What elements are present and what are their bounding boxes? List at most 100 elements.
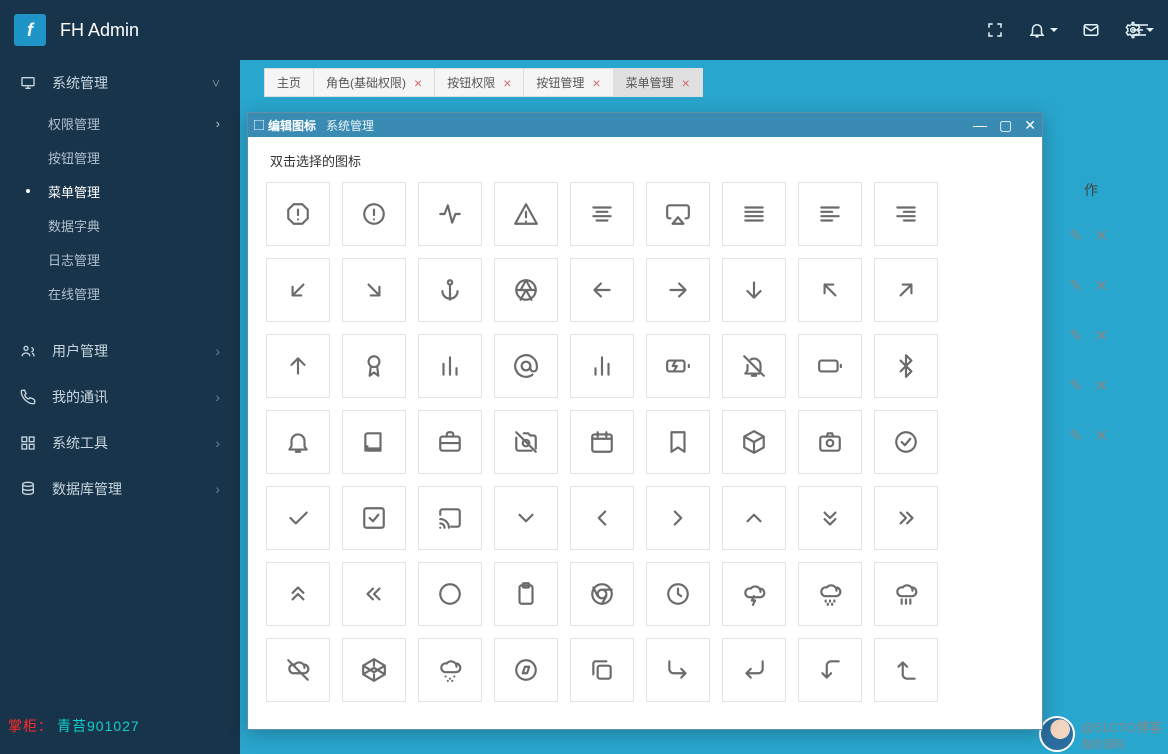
sidebar-sub-permissions[interactable]: 权限管理› — [0, 106, 240, 140]
tab-menumgmt[interactable]: 菜单管理× — [613, 68, 703, 97]
chevron-left-icon[interactable] — [570, 486, 634, 550]
edit-icon[interactable]: ✎ — [1069, 226, 1082, 246]
sidebar-sub-log[interactable]: 日志管理 — [0, 242, 240, 276]
tab-btnperm[interactable]: 按钮权限× — [434, 68, 524, 97]
chevrons-down-icon[interactable] — [798, 486, 862, 550]
arrow-left-icon[interactable] — [570, 258, 634, 322]
dialog-titlebar[interactable]: 编辑图标 系统管理 — ▢ ✕ — [248, 113, 1042, 137]
codepen-icon[interactable] — [342, 638, 406, 702]
sidebar-item-comms[interactable]: 我的通讯 › — [0, 374, 240, 420]
activity-icon[interactable] — [418, 182, 482, 246]
align-justify-icon[interactable] — [722, 182, 786, 246]
align-center-icon[interactable] — [570, 182, 634, 246]
check-circle-icon[interactable] — [874, 410, 938, 474]
sidebar-item-users[interactable]: 用户管理 › — [0, 328, 240, 374]
battery-icon[interactable] — [798, 334, 862, 398]
settings-icon[interactable] — [1124, 21, 1154, 39]
tab-btnmgmt[interactable]: 按钮管理× — [523, 68, 613, 97]
close-icon[interactable]: ✕ — [1095, 226, 1108, 246]
chevrons-left-icon[interactable] — [342, 562, 406, 626]
arrow-up-right-icon[interactable] — [874, 258, 938, 322]
close-icon[interactable]: × — [682, 76, 690, 90]
tab-roles[interactable]: 角色(基础权限)× — [313, 68, 435, 97]
bell-icon[interactable] — [266, 410, 330, 474]
circle-icon[interactable] — [418, 562, 482, 626]
sidebar-sub-menu[interactable]: 菜单管理 — [0, 174, 240, 208]
align-right-icon[interactable] — [874, 182, 938, 246]
check-square-icon[interactable] — [342, 486, 406, 550]
corner-left-down-icon[interactable] — [798, 638, 862, 702]
camera-off-icon[interactable] — [494, 410, 558, 474]
camera-icon[interactable] — [798, 410, 862, 474]
arrow-up-icon[interactable] — [266, 334, 330, 398]
sidebar-item-db[interactable]: 数据库管理 › — [0, 466, 240, 512]
bar-chart-icon[interactable] — [418, 334, 482, 398]
arrow-right-icon[interactable] — [646, 258, 710, 322]
sidebar-item-system[interactable]: 系统管理 ˅ — [0, 60, 240, 106]
edit-icon[interactable]: ✎ — [1069, 426, 1082, 446]
icon-grid[interactable] — [248, 178, 1042, 718]
edit-icon[interactable]: ✎ — [1069, 276, 1082, 296]
cast-icon[interactable] — [418, 486, 482, 550]
bar-chart-2-icon[interactable] — [570, 334, 634, 398]
cloud-rain-icon[interactable] — [874, 562, 938, 626]
alert-triangle-icon[interactable] — [494, 182, 558, 246]
arrow-down-right-icon[interactable] — [342, 258, 406, 322]
chevron-right-icon[interactable] — [646, 486, 710, 550]
sidebar-sub-online[interactable]: 在线管理 — [0, 276, 240, 310]
award-icon[interactable] — [342, 334, 406, 398]
bookmark-icon[interactable] — [646, 410, 710, 474]
book-icon[interactable] — [342, 410, 406, 474]
close-icon[interactable]: × — [503, 76, 511, 90]
close-icon[interactable]: ✕ — [1095, 376, 1108, 396]
cloud-off-icon[interactable] — [266, 638, 330, 702]
at-sign-icon[interactable] — [494, 334, 558, 398]
cloud-snow-icon[interactable] — [418, 638, 482, 702]
clipboard-icon[interactable] — [494, 562, 558, 626]
sidebar-sub-buttons[interactable]: 按钮管理 — [0, 140, 240, 174]
arrow-down-icon[interactable] — [722, 258, 786, 322]
chevron-up-icon[interactable] — [722, 486, 786, 550]
calendar-icon[interactable] — [570, 410, 634, 474]
chevrons-up-icon[interactable] — [266, 562, 330, 626]
chevrons-right-icon[interactable] — [874, 486, 938, 550]
close-icon[interactable]: ✕ — [1024, 118, 1036, 132]
alert-octagon-icon[interactable] — [266, 182, 330, 246]
tab-home[interactable]: 主页 — [264, 68, 314, 97]
airplay-icon[interactable] — [646, 182, 710, 246]
box-icon[interactable] — [722, 410, 786, 474]
minimize-icon[interactable]: — — [973, 118, 987, 132]
clock-icon[interactable] — [646, 562, 710, 626]
briefcase-icon[interactable] — [418, 410, 482, 474]
corner-down-right-icon[interactable] — [646, 638, 710, 702]
arrow-down-left-icon[interactable] — [266, 258, 330, 322]
arrow-up-left-icon[interactable] — [798, 258, 862, 322]
cloud-lightning-icon[interactable] — [722, 562, 786, 626]
close-icon[interactable]: ✕ — [1095, 276, 1108, 296]
edit-icon[interactable]: ✎ — [1069, 376, 1082, 396]
align-left-icon[interactable] — [798, 182, 862, 246]
anchor-icon[interactable] — [418, 258, 482, 322]
compass-icon[interactable] — [494, 638, 558, 702]
bell-off-icon[interactable] — [722, 334, 786, 398]
chrome-icon[interactable] — [570, 562, 634, 626]
close-icon[interactable]: × — [592, 76, 600, 90]
mail-icon[interactable] — [1082, 21, 1100, 39]
check-icon[interactable] — [266, 486, 330, 550]
corner-left-up-icon[interactable] — [874, 638, 938, 702]
sidebar-item-tools[interactable]: 系统工具 › — [0, 420, 240, 466]
chevron-down-icon[interactable] — [494, 486, 558, 550]
close-icon[interactable]: ✕ — [1095, 426, 1108, 446]
sidebar-sub-dict[interactable]: 数据字典 — [0, 208, 240, 242]
battery-charging-icon[interactable] — [646, 334, 710, 398]
notifications-icon[interactable] — [1028, 21, 1058, 39]
bluetooth-icon[interactable] — [874, 334, 938, 398]
alert-circle-icon[interactable] — [342, 182, 406, 246]
close-icon[interactable]: ✕ — [1095, 326, 1108, 346]
aperture-icon[interactable] — [494, 258, 558, 322]
copy-icon[interactable] — [570, 638, 634, 702]
maximize-icon[interactable]: ▢ — [999, 118, 1012, 132]
edit-icon[interactable]: ✎ — [1069, 326, 1082, 346]
close-icon[interactable]: × — [414, 76, 422, 90]
fullscreen-icon[interactable] — [986, 21, 1004, 39]
